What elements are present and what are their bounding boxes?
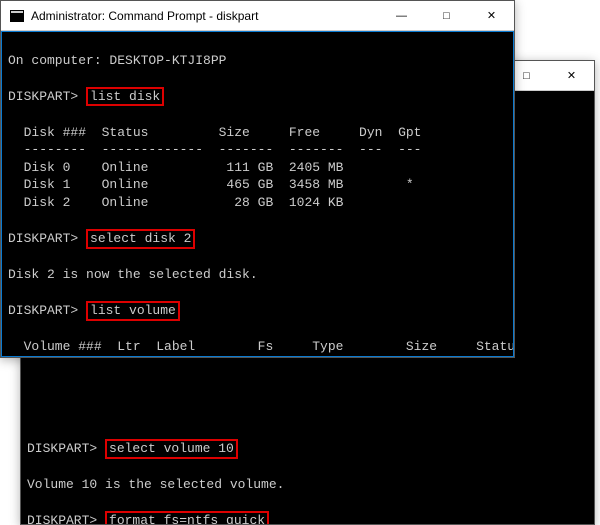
cmd-select-disk: select disk 2 (86, 229, 195, 249)
disk-row: Disk 1 Online 465 GB 3458 MB * (8, 177, 414, 192)
terminal-line: DISKPART> select volume 10 (27, 439, 588, 459)
cmd-highlight: select volume 10 (105, 439, 238, 459)
close-button[interactable]: ✕ (549, 61, 594, 90)
cmd-icon (9, 8, 25, 24)
minimize-button[interactable]: — (379, 1, 424, 30)
window-title-front: Administrator: Command Prompt - diskpart (31, 9, 379, 23)
terminal-front[interactable]: On computer: DESKTOP-KTJI8PP DISKPART> l… (1, 31, 514, 357)
titlebar-front[interactable]: Administrator: Command Prompt - diskpart… (1, 1, 514, 31)
window-controls-front: — □ ✕ (379, 1, 514, 30)
disk-row: Disk 0 Online 111 GB 2405 MB (8, 160, 343, 175)
vol-table-header: Volume ### Ltr Label Fs Type Size Status (8, 339, 514, 354)
cmd-highlight: format fs=ntfs quick (105, 511, 269, 524)
prompt: DISKPART> (27, 441, 105, 456)
disk-table-header: Disk ### Status Size Free Dyn Gpt (8, 125, 421, 140)
disk-row: Disk 2 Online 28 GB 1024 KB (8, 195, 343, 210)
close-button[interactable]: ✕ (469, 1, 514, 30)
cmd-window-front: Administrator: Command Prompt - diskpart… (0, 0, 515, 358)
maximize-button[interactable]: □ (424, 1, 469, 30)
prompt: DISKPART> (27, 513, 105, 524)
computer-line: On computer: DESKTOP-KTJI8PP (8, 53, 226, 68)
terminal-line: Volume 10 is the selected volume. (27, 476, 588, 494)
disk-table-divider: -------- ------------- ------- ------- -… (8, 142, 421, 157)
cmd-list-disk: list disk (86, 87, 164, 107)
terminal-line: DISKPART> format fs=ntfs quick (27, 511, 588, 524)
cmd-list-volume: list volume (86, 301, 180, 321)
terminal-line (27, 459, 588, 477)
terminal-line (27, 494, 588, 512)
prompt: DISKPART> (8, 231, 86, 246)
prompt: DISKPART> (8, 303, 86, 318)
select-disk-result: Disk 2 is now the selected disk. (8, 267, 258, 282)
prompt: DISKPART> (8, 89, 86, 104)
